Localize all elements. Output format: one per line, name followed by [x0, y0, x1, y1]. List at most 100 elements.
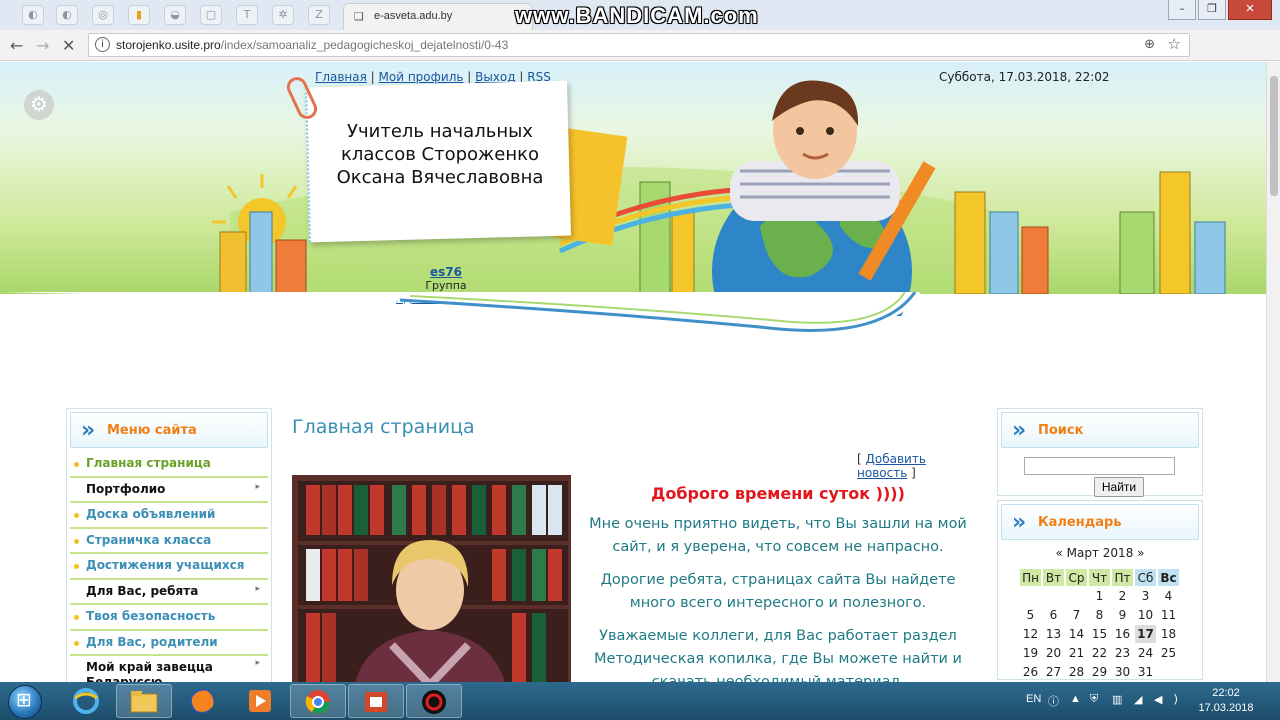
pinned-tab-icon[interactable]: ◐ — [56, 5, 78, 25]
double-chevron-icon: » — [81, 418, 96, 443]
prev-month-link[interactable]: « — [1055, 546, 1062, 560]
calendar-day[interactable]: 4 — [1158, 587, 1179, 605]
right-column: » Поиск Найти » Календарь « Март 2018 » — [997, 408, 1203, 680]
calendar-day[interactable]: 1 — [1089, 587, 1110, 605]
pinned-tab-icon[interactable]: ◒ — [164, 5, 186, 25]
calendar-day[interactable]: 11 — [1158, 606, 1179, 624]
network-signal-icon[interactable]: ◢ — [1134, 693, 1142, 706]
volume-icon[interactable]: ◀ — [1154, 693, 1162, 706]
file-explorer-icon[interactable] — [116, 684, 172, 718]
home-link[interactable]: Главная — [315, 70, 367, 84]
add-news-link[interactable]: Добавить новость — [857, 452, 926, 480]
calendar-day[interactable]: 8 — [1089, 606, 1110, 624]
menu-item-portfolio[interactable]: Портфолио ▸ — [70, 478, 268, 503]
calendar-day[interactable]: 20 — [1043, 644, 1064, 662]
ie-icon[interactable] — [58, 684, 114, 718]
calendar-day[interactable]: 5 — [1020, 606, 1041, 624]
system-clock[interactable]: 22:02 17.03.2018 — [1196, 686, 1256, 716]
calendar-day[interactable]: 2 — [1112, 587, 1133, 605]
chrome-icon[interactable] — [290, 684, 346, 718]
bookmark-star-icon[interactable]: ☆ — [1168, 35, 1181, 53]
calendar-day[interactable]: 3 — [1135, 587, 1156, 605]
pinned-tab-icon[interactable]: T — [236, 5, 258, 25]
menu-item-for-parents[interactable]: Для Вас, родители — [70, 631, 268, 656]
menu-item-home[interactable]: Главная страница — [70, 452, 268, 478]
gear-icon[interactable]: ⚙ — [24, 90, 54, 120]
close-window-icon[interactable]: ✕ — [1228, 0, 1272, 20]
back-icon[interactable]: ← — [10, 36, 23, 55]
calendar-day[interactable]: 13 — [1043, 625, 1064, 643]
pinned-tab-icon[interactable]: ▮ — [128, 5, 150, 25]
stop-loading-icon[interactable]: ✕ — [62, 36, 75, 55]
block-header: » Календарь — [1001, 504, 1199, 540]
calendar-day[interactable]: 14 — [1066, 625, 1087, 643]
language-indicator[interactable]: EN — [1026, 693, 1041, 705]
weekday-mon: Пн — [1020, 569, 1041, 586]
teacher-photo — [292, 475, 571, 682]
bullet-icon — [74, 640, 79, 646]
zoom-icon[interactable]: ⊕ — [1144, 37, 1155, 52]
next-month-link[interactable]: » — [1137, 546, 1144, 560]
calendar-day[interactable]: 31 — [1135, 663, 1156, 681]
calendar-day[interactable]: 10 — [1135, 606, 1156, 624]
my-profile-link[interactable]: Мой профиль — [379, 70, 464, 84]
calendar-day[interactable]: 18 — [1158, 625, 1179, 643]
menu-item-belarus[interactable]: Мой край завецца Беларуссю ▸ — [70, 656, 268, 682]
powerpoint-icon[interactable] — [348, 684, 404, 718]
page-scrollbar[interactable] — [1266, 62, 1280, 682]
url-field[interactable]: i storojenko.usite.pro/index/samoanaliz_… — [88, 33, 1190, 57]
forward-icon[interactable]: → — [36, 36, 49, 55]
media-player-icon[interactable] — [232, 684, 288, 718]
kids-paragraph: Дорогие ребята, страницах сайта Вы найде… — [600, 572, 956, 611]
user-login-link[interactable]: es76 — [371, 265, 521, 279]
menu-item-safety[interactable]: Твоя безопасность — [70, 605, 268, 631]
calendar-day[interactable]: 28 — [1066, 663, 1087, 681]
minimize-icon[interactable]: – — [1168, 0, 1196, 20]
active-tab[interactable]: ❏ e-asveta.adu.by ✕ — [343, 3, 533, 30]
calendar-day[interactable]: 24 — [1135, 644, 1156, 662]
calendar-day[interactable]: 7 — [1066, 606, 1087, 624]
calendar-day[interactable]: 27 — [1043, 663, 1064, 681]
volume-wave-icon[interactable]: ) — [1174, 693, 1178, 705]
calendar-day[interactable]: 21 — [1066, 644, 1087, 662]
pinned-tab-icon[interactable]: Z — [308, 5, 330, 25]
calendar-day[interactable]: 16 — [1112, 625, 1133, 643]
calendar-day[interactable]: 12 — [1020, 625, 1041, 643]
pinned-tab-icon[interactable]: ◐ — [22, 5, 44, 25]
calendar-day — [1066, 587, 1087, 605]
restore-icon[interactable]: ❐ — [1198, 0, 1226, 20]
calendar-day[interactable]: 23 — [1112, 644, 1133, 662]
menu-item-board[interactable]: Доска объявлений — [70, 503, 268, 529]
start-button[interactable] — [8, 685, 42, 719]
info-icon[interactable]: i — [95, 37, 110, 52]
calendar-day[interactable]: 26 — [1020, 663, 1041, 681]
firefox-icon[interactable] — [174, 684, 230, 718]
header-illustration — [212, 167, 1226, 294]
help-icon[interactable]: ⓘ — [1048, 693, 1059, 709]
pinned-tab-icon[interactable]: ◎ — [92, 5, 114, 25]
shield-icon[interactable]: ⛨ — [1090, 693, 1098, 706]
calendar-day[interactable]: 25 — [1158, 644, 1179, 662]
search-button[interactable]: Найти — [1094, 477, 1144, 497]
calendar-day[interactable]: 30 — [1112, 663, 1133, 681]
calendar-day[interactable]: 6 — [1043, 606, 1064, 624]
calendar-day-today[interactable]: 17 — [1135, 625, 1156, 643]
calendar-day[interactable]: 19 — [1020, 644, 1041, 662]
calendar-day[interactable]: 22 — [1089, 644, 1110, 662]
tray-arrow-icon[interactable]: ▲ — [1070, 693, 1081, 705]
network-icon[interactable]: ▥ — [1112, 693, 1122, 706]
weekday-row: Пн Вт Ср Чт Пт Сб Вс — [1020, 569, 1179, 586]
menu-item-achievements[interactable]: Достижения учащихся — [70, 554, 268, 580]
menu-item-for-kids[interactable]: Для Вас, ребята ▸ — [70, 580, 268, 605]
calendar-day[interactable]: 29 — [1089, 663, 1110, 681]
calendar-day[interactable]: 15 — [1089, 625, 1110, 643]
search-input[interactable] — [1024, 457, 1175, 475]
bandicam-icon[interactable] — [406, 684, 462, 718]
calendar-day[interactable]: 9 — [1112, 606, 1133, 624]
bandicam-watermark: www.BANDICAM.com — [515, 3, 759, 28]
pinned-tab-icon[interactable]: ▢ — [200, 5, 222, 25]
menu-item-class-page[interactable]: Страничка класса — [70, 529, 268, 554]
pinned-tab-icon[interactable]: ✲ — [272, 5, 294, 25]
scrollbar-thumb[interactable] — [1270, 76, 1278, 196]
add-news: [ Добавить новость ] — [857, 452, 926, 480]
